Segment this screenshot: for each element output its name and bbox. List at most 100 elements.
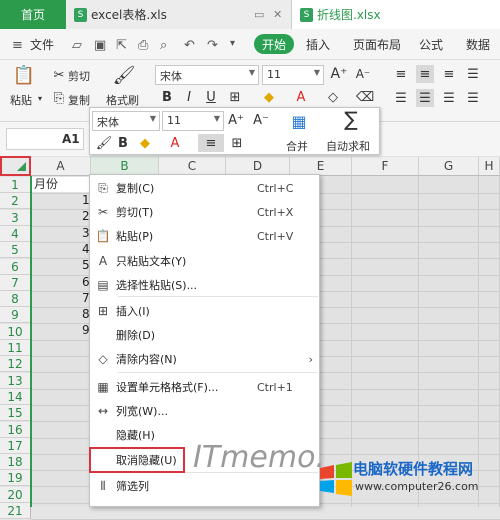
row-header-6[interactable]: 6	[0, 258, 31, 275]
clear-format-icon[interactable]: ◇	[324, 88, 342, 106]
column-header-f[interactable]: F	[352, 157, 419, 176]
tab-start[interactable]: 开始	[254, 34, 294, 54]
column-header-h[interactable]: H	[479, 157, 500, 176]
menu-item-cut[interactable]: ✂ 剪切(T) Ctrl+X	[90, 200, 319, 224]
export-icon[interactable]: ⇱	[116, 38, 127, 53]
undo-icon[interactable]: ↶	[184, 38, 195, 53]
name-box[interactable]: A1	[6, 128, 84, 150]
menu-formulas[interactable]: 公式	[419, 36, 443, 53]
scissors-icon[interactable]: ✂	[50, 66, 68, 84]
monitor-icon[interactable]: ▭	[254, 8, 264, 21]
mini-bold-icon[interactable]: B	[114, 134, 132, 152]
autosum-button[interactable]: 自动求和	[326, 138, 370, 154]
border-icon[interactable]: ⊞	[226, 88, 244, 106]
row-header-21[interactable]: 21	[0, 503, 31, 519]
align-justify-icon[interactable]: ☰	[392, 89, 410, 107]
menu-page-layout[interactable]: 页面布局	[353, 36, 401, 53]
format-painter-button[interactable]: 格式刷	[106, 92, 139, 108]
row-header-18[interactable]: 18	[0, 454, 31, 471]
row-header-8[interactable]: 8	[0, 291, 31, 308]
font-size-select[interactable]: 11 ▼	[262, 65, 324, 85]
row-header-17[interactable]: 17	[0, 437, 31, 454]
row-header-11[interactable]: 11	[0, 340, 31, 356]
print-icon[interactable]: ⎙	[138, 38, 148, 53]
tab-home[interactable]: 首页	[0, 0, 66, 29]
eraser-icon[interactable]: ⌫	[356, 88, 374, 106]
tab-line-chart-file[interactable]: S 折线图.xlsx	[292, 0, 500, 29]
row-header-15[interactable]: 15	[0, 405, 31, 422]
align-left-icon[interactable]: ☰	[464, 65, 482, 83]
tab-excel-file[interactable]: S excel表格.xls ▭ ✕	[66, 0, 292, 29]
open-folder-icon[interactable]: ▱	[72, 38, 82, 53]
row-header-20[interactable]: 20	[0, 486, 31, 503]
select-all-button[interactable]	[0, 156, 31, 176]
format-painter-icon[interactable]: 🖌	[113, 65, 136, 86]
mini-font-size-select[interactable]: 11 ▼	[162, 111, 224, 131]
row-header-16[interactable]: 16	[0, 421, 31, 438]
row-header-14[interactable]: 14	[0, 388, 31, 405]
mini-format-painter-icon[interactable]: 🖌	[95, 134, 113, 152]
copy-icon[interactable]: ⎘	[50, 89, 68, 107]
paste-dropdown-icon[interactable]: ▾	[38, 94, 42, 103]
mini-fill-color-icon[interactable]: ◆	[136, 134, 154, 152]
autosum-icon[interactable]: ∑	[342, 107, 360, 131]
paste-icon[interactable]: 📋	[13, 65, 35, 86]
preview-icon[interactable]: ⌕	[160, 38, 167, 53]
fill-color-icon[interactable]: ◆	[260, 88, 278, 106]
menu-item-column-width[interactable]: ↔ 列宽(W)...	[90, 399, 319, 423]
mini-increase-font-icon[interactable]: A⁺	[227, 111, 245, 129]
mini-font-name-select[interactable]: 宋体 ▼	[92, 111, 160, 131]
menu-item-format-cells[interactable]: ▦ 设置单元格格式(F)... Ctrl+1	[90, 375, 319, 399]
row-header-5[interactable]: 5	[0, 242, 31, 259]
menu-item-paste-special[interactable]: ▤ 选择性粘贴(S)...	[90, 273, 319, 297]
align-bottom-icon[interactable]: ≡	[440, 65, 458, 83]
menu-data[interactable]: 数据	[466, 36, 490, 53]
column-header-g[interactable]: G	[419, 157, 479, 176]
font-name-select[interactable]: 宋体 ▼	[155, 65, 259, 85]
menu-item-paste[interactable]: 📋 粘贴(P) Ctrl+V	[90, 224, 319, 248]
mini-decrease-font-icon[interactable]: A⁻	[252, 111, 270, 129]
row-header-12[interactable]: 12	[0, 356, 31, 373]
menu-item-paste-text-only[interactable]: A 只粘贴文本(Y)	[90, 249, 319, 273]
mini-border-icon[interactable]: ⊞	[228, 134, 246, 152]
italic-icon[interactable]: I	[180, 88, 198, 106]
redo-icon[interactable]: ↷	[207, 38, 218, 53]
column-header-a[interactable]: A	[31, 157, 91, 176]
row-header-2[interactable]: 2	[0, 193, 31, 210]
mini-font-color-icon[interactable]: A	[166, 134, 184, 152]
mini-align-center-icon[interactable]: ≡	[198, 134, 224, 152]
copy-button[interactable]: 复制	[68, 92, 90, 108]
font-color-icon[interactable]: A	[292, 88, 310, 106]
row-header-3[interactable]: 3	[0, 209, 31, 226]
row-header-9[interactable]: 9	[0, 307, 31, 324]
merge-icon[interactable]: ▦	[290, 112, 308, 131]
menu-item-filter-column[interactable]: ⫴ 筛选列	[90, 474, 319, 498]
hamburger-icon[interactable]: ≡	[12, 38, 23, 53]
merge-button[interactable]: 合并	[286, 138, 308, 154]
menu-item-insert[interactable]: ⊞ 插入(I)	[90, 299, 319, 323]
menu-item-copy[interactable]: ⎘ 复制(C) Ctrl+C	[90, 176, 319, 200]
row-header-7[interactable]: 7	[0, 274, 31, 291]
menu-item-clear-contents[interactable]: ◇ 清除内容(N) ›	[90, 347, 319, 371]
align-right-icon[interactable]: ☰	[440, 89, 458, 107]
decrease-font-icon[interactable]: A⁻	[354, 65, 372, 83]
align-center-icon[interactable]: ☰	[416, 89, 434, 107]
menu-item-delete[interactable]: 删除(D)	[90, 323, 319, 347]
underline-icon[interactable]: U	[202, 88, 220, 106]
distribute-icon[interactable]: ☰	[464, 89, 482, 107]
increase-font-icon[interactable]: A⁺	[330, 65, 348, 83]
save-icon[interactable]: ▣	[94, 38, 106, 53]
align-middle-icon[interactable]: ≡	[416, 65, 434, 83]
align-top-icon[interactable]: ≡	[392, 65, 410, 83]
row-header-1[interactable]: 1	[0, 177, 31, 193]
menu-file[interactable]: 文件	[30, 36, 54, 53]
paste-button[interactable]: 粘贴	[10, 92, 32, 108]
row-header-13[interactable]: 13	[0, 372, 31, 389]
dropdown-arrow-icon[interactable]: ▾	[230, 38, 235, 49]
menu-insert[interactable]: 插入	[306, 36, 330, 53]
bold-icon[interactable]: B	[158, 88, 176, 106]
row-header-19[interactable]: 19	[0, 470, 31, 487]
row-header-10[interactable]: 10	[0, 323, 31, 340]
close-icon[interactable]: ✕	[273, 8, 282, 21]
cell-a1[interactable]: 月份	[32, 177, 90, 192]
